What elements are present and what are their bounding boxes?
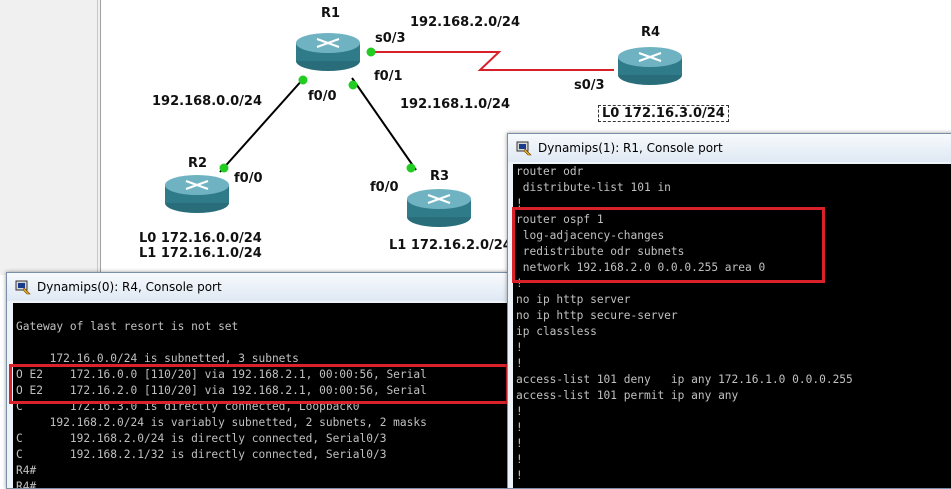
router-r3-icon xyxy=(407,189,471,227)
network-label-r1-r4: 192.168.2.0/24 xyxy=(410,15,521,30)
router-r1[interactable] xyxy=(295,30,361,72)
interface-label-r4-s03: s0/3 xyxy=(574,78,605,93)
loopback-label-r2-l0: L0 172.16.0.0/24 xyxy=(139,231,262,246)
highlight-box-ospf-config xyxy=(512,207,825,283)
console-line: access-list 101 deny ip any 172.16.1.0 0… xyxy=(516,373,853,386)
router-label-r3: R3 xyxy=(430,169,450,184)
window-title: Dynamips(0): R4, Console port xyxy=(37,280,222,294)
console-window-r1[interactable]: Dynamips(1): R1, Console port router odr… xyxy=(507,133,951,489)
console-line: router odr xyxy=(516,165,584,178)
router-r4-icon xyxy=(618,47,682,85)
port-dot-r1-f01 xyxy=(348,80,358,90)
window-titlebar[interactable]: Dynamips(0): R4, Console port xyxy=(7,273,507,301)
console-line: ip classless xyxy=(516,325,597,338)
router-r1-icon xyxy=(296,33,360,71)
console-line: ! xyxy=(516,405,523,418)
router-r2-icon xyxy=(165,175,229,213)
console-line: Gateway of last resort is not set xyxy=(16,320,239,333)
panel-divider xyxy=(97,0,98,275)
console-line: C 192.168.2.0/24 is directly connected, … xyxy=(16,432,387,445)
interface-label-r1-s03: s0/3 xyxy=(375,31,406,46)
router-label-r4: R4 xyxy=(641,25,661,40)
console-line: ! xyxy=(516,469,523,482)
ethernet-link-r1-r2 xyxy=(219,77,305,173)
console-line: ! xyxy=(516,453,523,466)
console-line: distribute-list 101 in xyxy=(516,181,671,194)
port-dot-r3-f00 xyxy=(406,163,416,173)
console-line: ! xyxy=(516,341,523,354)
loopback-label-r4: L0 172.16.3.0/24 xyxy=(598,105,729,122)
port-dot-r1-f00 xyxy=(298,75,308,85)
console-line: C 192.168.2.1/32 is directly connected, … xyxy=(16,448,387,461)
console-window-r4[interactable]: Dynamips(0): R4, Console port Gateway of… xyxy=(6,272,509,489)
router-label-r1: R1 xyxy=(321,6,341,21)
router-r3[interactable] xyxy=(406,186,472,228)
console-line: access-list 101 permit ip any any xyxy=(516,389,739,402)
console-line: 192.168.2.0/24 is variably subnetted, 2 … xyxy=(16,416,427,429)
interface-label-r3-f00: f0/0 xyxy=(370,180,399,195)
interface-label-r2-f00: f0/0 xyxy=(234,171,263,186)
console-line: ! xyxy=(516,421,523,434)
router-label-r2: R2 xyxy=(188,156,208,171)
window-title: Dynamips(1): R1, Console port xyxy=(538,141,723,155)
interface-label-r1-f01: f0/1 xyxy=(374,69,403,84)
ethernet-link-r1-r3 xyxy=(351,77,417,171)
network-label-r1-r3: 192.168.1.0/24 xyxy=(400,97,511,112)
console-line: R4# xyxy=(16,464,37,477)
network-label-r1-r2: 192.168.0.0/24 xyxy=(152,94,263,109)
router-r2[interactable] xyxy=(164,172,230,214)
window-titlebar[interactable]: Dynamips(1): R1, Console port xyxy=(508,134,951,162)
dynamips-putty-icon xyxy=(516,141,532,156)
console-line: ! xyxy=(516,437,523,450)
left-panel xyxy=(0,0,101,275)
serial-link-r1-r4 xyxy=(372,51,614,71)
loopback-label-r3-l1: L1 172.16.2.0/24 xyxy=(389,238,512,253)
interface-label-r1-f00: f0/0 xyxy=(308,89,337,104)
console-line: no ip http server xyxy=(516,293,631,306)
highlight-box-ospf-routes xyxy=(9,364,509,404)
port-dot-r1-s03 xyxy=(366,47,376,57)
loopback-label-r2-l1: L1 172.16.1.0/24 xyxy=(139,246,262,261)
console-line: ! xyxy=(516,357,523,370)
dynamips-putty-icon xyxy=(15,280,31,295)
console-line: no ip http secure-server xyxy=(516,309,678,322)
router-r4[interactable] xyxy=(617,44,683,86)
